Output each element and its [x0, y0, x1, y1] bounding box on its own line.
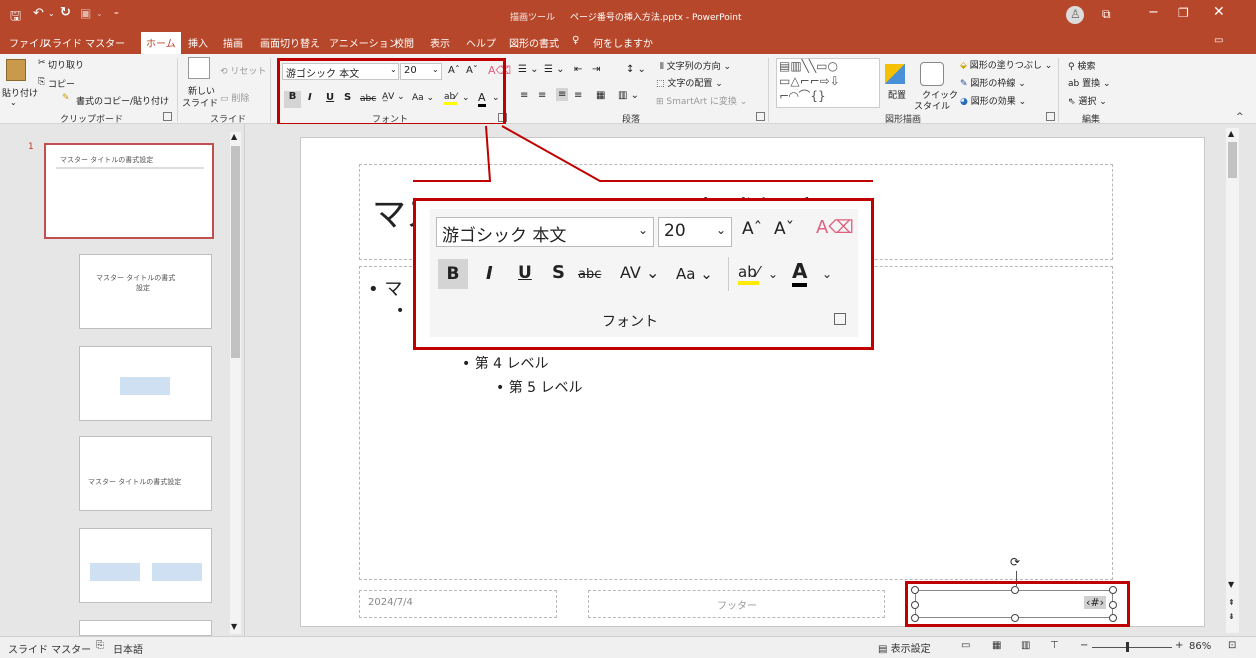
zoom-bold-icon[interactable]: B [438, 259, 468, 289]
zoom-font-color-dropdown-icon[interactable]: ⌄ [822, 267, 832, 281]
zoom-slider-thumb[interactable] [1126, 642, 1129, 652]
fit-slide-icon[interactable]: ⊡ [1228, 640, 1236, 651]
reading-view-icon[interactable]: ▥ [1021, 640, 1030, 651]
powerpoint-window: 🖫 ↶ ⌄ ↻ ▣ ⌄ ₌ 描画ツール ページ番号の挿入方法.pptx - Po… [0, 0, 1256, 658]
zoom-panel: 游ゴシック 本文 ⌄ 20 ⌄ Aˆ Aˇ A⌫ B I U S abc AV … [430, 209, 858, 337]
zoom-slider[interactable] [1092, 647, 1172, 648]
zoom-highlight-dropdown-icon[interactable]: ⌄ [768, 267, 778, 281]
callout-line-right [501, 125, 873, 182]
zoom-font-size-dropdown-icon[interactable]: ⌄ [716, 223, 726, 237]
zoom-italic-icon[interactable]: I [486, 263, 493, 284]
zoom-highlight-icon[interactable]: ab⁄ [738, 263, 760, 285]
zoom-underline-icon[interactable]: U [518, 263, 532, 283]
status-bar: スライド マスター ⎘ 日本語 ▤ 表示設定 ▭ ▦ ▥ ⊤ − + 86% ⊡ [0, 636, 1256, 658]
display-settings-icon: ▤ [878, 644, 888, 655]
zoom-separator [728, 257, 729, 291]
zoom-change-case-icon[interactable]: Aa ⌄ [676, 265, 713, 283]
display-settings-button[interactable]: ▤ 表示設定 [878, 640, 931, 655]
zoom-strikethrough-icon[interactable]: abc [578, 267, 601, 282]
zoom-font-color-icon[interactable]: A [792, 259, 808, 287]
slide-sorter-icon[interactable]: ▦ [992, 640, 1001, 651]
status-language[interactable]: 日本語 [113, 641, 143, 656]
zoom-out-icon[interactable]: − [1080, 640, 1088, 651]
callout-line-left [413, 125, 492, 182]
zoom-decrease-font-icon[interactable]: Aˇ [774, 219, 794, 239]
normal-view-icon[interactable]: ▭ [961, 640, 970, 651]
zoom-clear-formatting-icon[interactable]: A⌫ [816, 217, 854, 238]
slideshow-view-icon[interactable]: ⊤ [1050, 640, 1059, 651]
accessibility-icon[interactable]: ⎘ [96, 640, 104, 651]
zoom-character-spacing-icon[interactable]: AV ⌄ [620, 263, 659, 282]
display-settings-label: 表示設定 [890, 644, 931, 655]
zoom-font-name-combo[interactable]: 游ゴシック 本文 [436, 217, 654, 247]
zoom-shadow-icon[interactable]: S [552, 262, 565, 283]
zoom-increase-font-icon[interactable]: Aˆ [742, 219, 762, 239]
zoom-font-name-dropdown-icon[interactable]: ⌄ [638, 223, 648, 237]
font-zoom-callout: 游ゴシック 本文 ⌄ 20 ⌄ Aˆ Aˇ A⌫ B I U S abc AV … [413, 198, 874, 350]
zoom-font-launcher-icon[interactable] [834, 313, 846, 325]
zoom-level[interactable]: 86% [1189, 641, 1211, 652]
status-view-name: スライド マスター [8, 645, 92, 656]
zoom-in-icon[interactable]: + [1175, 640, 1183, 651]
zoom-font-group-label: フォント [602, 314, 658, 330]
